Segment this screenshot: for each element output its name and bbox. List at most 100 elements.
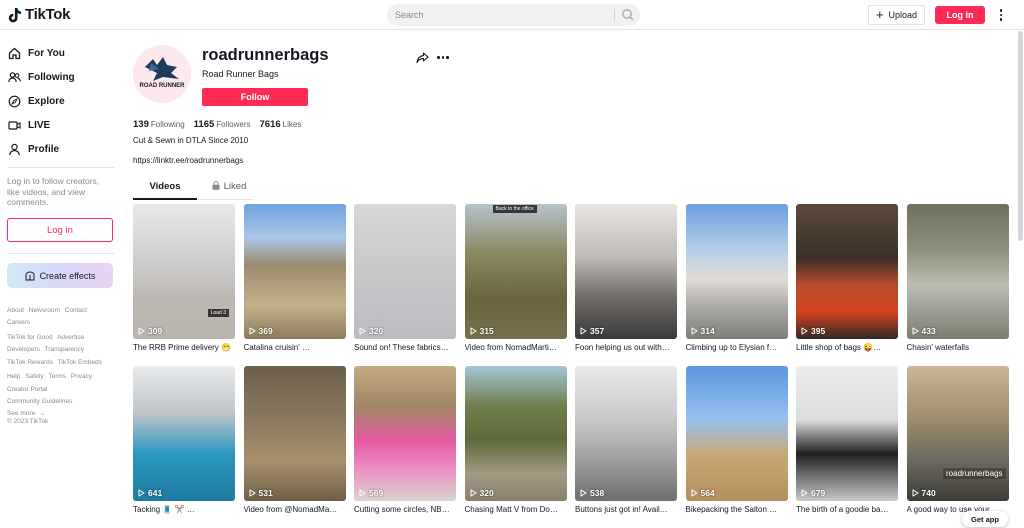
search-icon[interactable] — [620, 8, 636, 22]
scrollbar[interactable] — [1018, 31, 1023, 241]
video-thumbnail[interactable]: 395 — [796, 204, 898, 339]
more-menu-icon[interactable] — [996, 8, 1006, 22]
video-caption[interactable]: Little shop of bags 😜… — [796, 343, 898, 352]
video-caption[interactable]: The RRB Prime delivery 😁 — [133, 343, 235, 352]
upload-button[interactable]: + Upload — [868, 5, 925, 25]
create-effects-button[interactable]: Create effects — [7, 263, 113, 288]
video-thumbnail[interactable]: 320 — [464, 366, 567, 501]
video-caption[interactable]: Bikepacking the Salton … — [686, 505, 788, 514]
footer-link[interactable]: TikTok Rewards — [7, 359, 53, 366]
follow-button[interactable]: Follow — [202, 88, 308, 106]
nav-label: Explore — [28, 95, 65, 107]
nav-label: For You — [28, 47, 65, 59]
footer-link[interactable]: Terms — [48, 373, 66, 380]
video-card[interactable]: 395 Little shop of bags 😜… — [796, 204, 898, 352]
video-thumbnail[interactable]: 320 — [354, 204, 456, 339]
video-caption[interactable]: Tacking 🧵 ✂️ … — [133, 505, 235, 514]
video-thumbnail[interactable]: 538 — [575, 366, 677, 501]
video-thumbnail[interactable]: 569 — [354, 366, 456, 501]
footer-link[interactable]: Careers — [7, 319, 30, 326]
tab-videos[interactable]: Videos — [133, 181, 197, 199]
video-card[interactable]: 320 Chasing Matt V from Do… — [464, 366, 567, 514]
video-thumbnail[interactable]: roadrunnerbags 740 — [906, 366, 1009, 501]
tab-liked[interactable]: Liked — [197, 181, 261, 199]
video-card[interactable]: 369 Catalina cruisin' … — [243, 204, 346, 352]
video-card[interactable]: 641 Tacking 🧵 ✂️ … — [133, 366, 235, 514]
share-icon[interactable] — [416, 52, 429, 64]
video-thumbnail[interactable]: Load 3 309 — [133, 204, 235, 339]
lock-icon — [212, 181, 220, 190]
nav-profile[interactable]: Profile — [8, 139, 59, 159]
video-thumbnail[interactable]: 641 — [133, 366, 235, 501]
video-thumbnail[interactable]: 433 — [906, 204, 1009, 339]
footer-link[interactable]: Contact — [65, 307, 87, 314]
play-icon — [470, 489, 476, 497]
video-thumbnail[interactable]: 531 — [243, 366, 346, 501]
view-count-number: 641 — [148, 488, 163, 498]
video-card[interactable]: 564 Bikepacking the Salton … — [685, 366, 788, 514]
video-card[interactable]: 569 Cutting some circles, NB… — [354, 366, 456, 514]
video-caption[interactable]: Sound on! These fabrics… — [354, 343, 456, 352]
footer-link[interactable]: Community Guidelines — [7, 398, 72, 405]
search-input[interactable] — [387, 4, 613, 26]
sidebar-login-button[interactable]: Log in — [7, 218, 113, 242]
nav-label: Following — [28, 71, 75, 83]
footer-link[interactable]: Advertise — [57, 334, 84, 341]
video-thumbnail[interactable]: Back to the office 315 — [464, 204, 567, 339]
footer-link[interactable]: Creator Portal — [7, 386, 47, 393]
video-caption[interactable]: Video from NomadMarti… — [465, 343, 567, 352]
video-caption[interactable]: Chasin' waterfalls — [907, 343, 1009, 352]
nav-live[interactable]: LIVE — [8, 115, 50, 135]
video-caption[interactable]: Buttons just got in! Avail… — [575, 505, 677, 514]
nav-for-you[interactable]: For You — [8, 43, 65, 63]
profile-link[interactable]: https://linktr.ee/roadrunnerbags — [133, 156, 243, 165]
video-card[interactable]: 433 Chasin' waterfalls — [906, 204, 1009, 352]
video-thumbnail[interactable]: 369 — [243, 204, 346, 339]
nav-explore[interactable]: Explore — [8, 91, 65, 111]
footer-link[interactable]: Help — [7, 373, 20, 380]
view-count-number: 569 — [369, 488, 384, 498]
footer-link[interactable]: TikTok Embeds — [58, 359, 102, 366]
video-thumbnail[interactable]: 314 — [685, 204, 788, 339]
view-count: 309 — [138, 326, 162, 336]
footer-group-2: TikTok for Good Advertise Developers Tra… — [7, 332, 117, 369]
video-card[interactable]: Load 3 309 The RRB Prime delivery 😁 — [133, 204, 235, 352]
see-more-label: See more — [7, 410, 36, 418]
tiktok-logo[interactable]: TikTok — [8, 6, 70, 23]
footer-link[interactable]: About — [7, 307, 24, 314]
video-card[interactable]: 679 The birth of a goodie ba… — [796, 366, 898, 514]
video-thumbnail[interactable]: 679 — [796, 366, 898, 501]
footer-link[interactable]: Safety — [25, 373, 43, 380]
see-more-link[interactable]: See more ⌄ — [7, 410, 48, 417]
video-thumbnail[interactable]: 357 — [575, 204, 677, 339]
header-login-button[interactable]: Log in — [935, 6, 985, 24]
footer-link[interactable]: TikTok for Good — [7, 334, 53, 341]
video-caption[interactable]: Video from @NomadMa… — [244, 505, 346, 514]
video-thumbnail[interactable]: 564 — [685, 366, 788, 501]
view-count-number: 433 — [921, 326, 936, 336]
footer-link[interactable]: Transparency — [45, 346, 85, 353]
video-card[interactable]: 357 Foon helping us out with… — [575, 204, 677, 352]
video-card[interactable]: 314 Climbing up to Elysian f… — [685, 204, 788, 352]
play-icon — [249, 327, 255, 335]
video-card[interactable]: 531 Video from @NomadMa… — [243, 366, 346, 514]
view-count-number: 531 — [258, 488, 273, 498]
footer-link[interactable]: Developers — [7, 346, 40, 353]
sidebar-divider — [8, 167, 114, 168]
footer-link[interactable]: Newsroom — [29, 307, 60, 314]
get-app-button[interactable]: Get app — [962, 511, 1008, 527]
view-count: 531 — [249, 488, 273, 498]
video-caption[interactable]: Climbing up to Elysian f… — [686, 343, 788, 352]
video-card[interactable]: roadrunnerbags 740 A good way to use your… — [906, 366, 1009, 514]
video-caption[interactable]: Cutting some circles, NB… — [354, 505, 456, 514]
video-card[interactable]: 320 Sound on! These fabrics… — [354, 204, 456, 352]
video-caption[interactable]: Chasing Matt V from Do… — [465, 505, 567, 514]
video-caption[interactable]: The birth of a goodie ba… — [796, 505, 898, 514]
video-card[interactable]: 538 Buttons just got in! Avail… — [575, 366, 677, 514]
video-caption[interactable]: Catalina cruisin' … — [244, 343, 346, 352]
video-caption[interactable]: Foon helping us out with… — [575, 343, 677, 352]
video-card[interactable]: Back to the office 315 Video from NomadMar… — [464, 204, 567, 352]
footer-link[interactable]: Privacy — [71, 373, 92, 380]
profile-more-icon[interactable] — [437, 56, 449, 59]
nav-following[interactable]: Following — [8, 67, 75, 87]
